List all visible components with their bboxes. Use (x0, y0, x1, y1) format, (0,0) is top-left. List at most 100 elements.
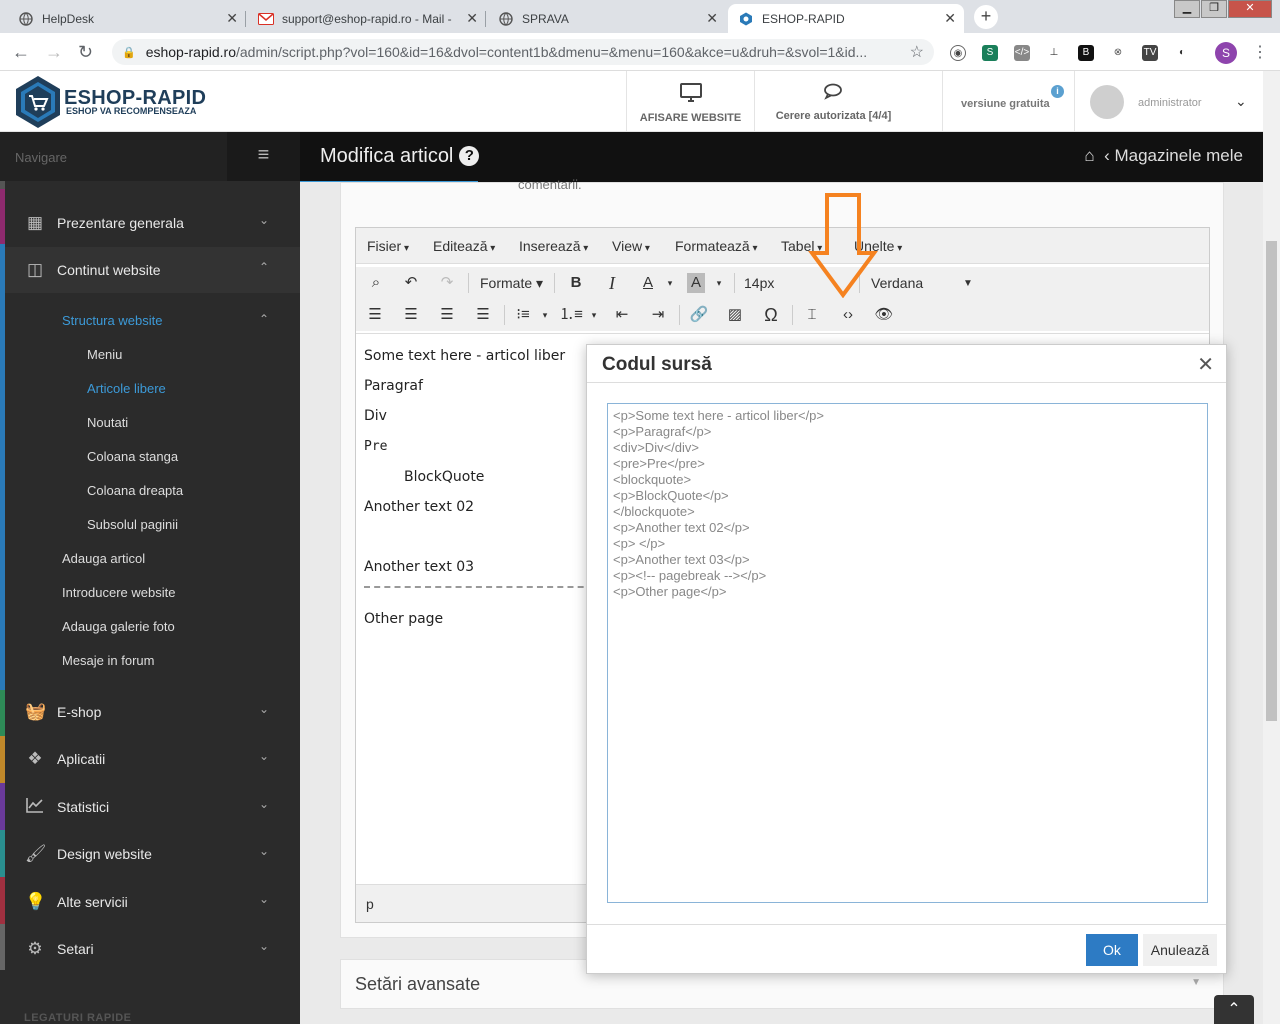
undo-icon[interactable]: ↶ (399, 273, 423, 293)
extension-icon[interactable]: B (1078, 45, 1094, 61)
indent-icon[interactable]: ⇥ (646, 305, 670, 325)
preview-eye-icon[interactable]: 👁 (872, 305, 896, 325)
logo-icon[interactable] (14, 75, 62, 129)
sidebar-sub-meniu[interactable]: Meniu (87, 347, 122, 362)
chevron-down-icon[interactable]: ▾ (582, 305, 606, 325)
sidebar-item-setari[interactable]: ⚙ Setari ⌄ (5, 926, 300, 972)
sidebar-item-aplicatii[interactable]: ❖ Aplicatii ⌄ (5, 736, 300, 782)
scrollbar-thumb[interactable] (1266, 241, 1277, 721)
close-tab-icon[interactable]: ✕ (706, 10, 718, 27)
chevron-down-icon[interactable]: ▾ (707, 273, 731, 293)
breadcrumb[interactable]: ⌂ ‹ Magazinele mele (1084, 146, 1243, 166)
extension-icon[interactable]: </> (1014, 45, 1030, 61)
sidebar-sub-noutati[interactable]: Noutati (87, 415, 128, 430)
reload-icon[interactable]: ↻ (78, 42, 93, 63)
sidebar-item-design[interactable]: 🖌 Design website ⌄ (5, 831, 300, 877)
close-window-button[interactable]: ✕ (1228, 0, 1272, 18)
user-menu[interactable]: administrator ⌄ (1074, 71, 1280, 131)
source-code-textarea[interactable]: <p>Some text here - articol liber</p> <p… (607, 403, 1208, 903)
sidebar-sub-galerie[interactable]: Adauga galerie foto (62, 619, 175, 634)
link-icon[interactable]: 🔗 (687, 305, 711, 325)
align-left-icon[interactable]: ☰ (363, 305, 387, 325)
sidebar-sub-structura[interactable]: Structura website (62, 313, 162, 328)
hamburger-menu-icon[interactable]: ≡ (227, 132, 300, 181)
profile-avatar[interactable]: S (1215, 42, 1237, 64)
maximize-window-button[interactable]: ❐ (1201, 0, 1227, 18)
close-tab-icon[interactable]: ✕ (944, 10, 956, 27)
browser-menu-icon[interactable]: ⋮ (1252, 42, 1268, 62)
sidebar-sub-forum[interactable]: Mesaje in forum (62, 653, 154, 668)
align-center-icon[interactable]: ☰ (399, 305, 423, 325)
menu-insereaza[interactable]: Inserează (519, 238, 588, 254)
outdent-icon[interactable]: ⇤ (610, 305, 634, 325)
extension-icon[interactable]: S (982, 45, 998, 61)
sidebar-item-statistici[interactable]: Statistici ⌄ (5, 784, 300, 830)
numbered-list-icon[interactable]: ⒈≡ (559, 305, 583, 325)
menu-editeaza[interactable]: Editează (433, 238, 495, 254)
home-icon[interactable]: ⌂ (1084, 146, 1094, 165)
browser-tab[interactable]: support@eshop-rapid.ro - Mail - ✕ (248, 4, 486, 33)
italic-icon[interactable]: I (600, 273, 624, 293)
sidebar-item-prezentare[interactable]: ▦ Prezentare generala ⌄ (5, 200, 300, 246)
ok-button[interactable]: Ok (1086, 934, 1138, 966)
extension-icon[interactable]: ◐ (1174, 45, 1190, 61)
help-icon[interactable]: ? (459, 146, 480, 166)
browser-tab[interactable]: HelpDesk ✕ (8, 4, 246, 33)
extension-icon[interactable]: ◉ (950, 45, 966, 61)
grid-icon: ▦ (26, 213, 44, 232)
chevron-down-icon[interactable]: ▾ (533, 305, 557, 325)
find-replace-icon[interactable]: ⌕ (364, 273, 388, 293)
address-bar[interactable]: 🔒 eshop-rapid.ro/admin/script.php?vol=16… (112, 39, 934, 65)
browser-tab[interactable]: SPRAVA ✕ (488, 4, 726, 33)
info-icon[interactable]: i (1051, 85, 1064, 98)
extension-icon[interactable]: ⊗ (1110, 45, 1126, 61)
scroll-to-top-button[interactable]: ⌃ (1214, 995, 1254, 1024)
menu-fisier[interactable]: Fisier (367, 238, 409, 254)
text-color-icon[interactable]: A (636, 273, 660, 293)
dialog-footer: Ok Anulează (587, 924, 1226, 973)
forward-icon[interactable]: → (45, 42, 63, 63)
sidebar-item-continut[interactable]: ◫ Continut website ⌃ (5, 247, 300, 293)
align-right-icon[interactable]: ☰ (435, 305, 459, 325)
browser-tab-active[interactable]: ESHOP-RAPID ✕ (728, 4, 964, 33)
align-justify-icon[interactable]: ☰ (471, 305, 495, 325)
sidebar-sub-coloana-stanga[interactable]: Coloana stanga (87, 449, 178, 464)
new-tab-button[interactable]: + (974, 5, 998, 29)
sidebar-sub-adauga-articol[interactable]: Adauga articol (62, 551, 145, 566)
cerere-autorizata-button[interactable]: Cerere autorizata [4/4] (754, 71, 912, 131)
font-family-dropdown[interactable]: Verdana (871, 275, 923, 291)
chevron-down-icon[interactable]: ▾ (658, 273, 682, 293)
font-size-dropdown[interactable]: 14px (744, 275, 774, 291)
tab-title: support@eshop-rapid.ro - Mail - (282, 11, 452, 26)
bookmark-star-icon[interactable]: ☆ (910, 42, 924, 62)
extension-icon[interactable]: ⊥ (1046, 45, 1062, 61)
close-icon[interactable]: ✕ (1197, 352, 1214, 377)
sidebar-sub-articole[interactable]: Articole libere (87, 381, 166, 396)
element-path[interactable]: p (366, 896, 374, 912)
close-tab-icon[interactable]: ✕ (226, 10, 238, 27)
special-character-icon[interactable]: Ω (759, 305, 783, 325)
sidebar-sub-coloana-dreapta[interactable]: Coloana dreapta (87, 483, 183, 498)
back-icon[interactable]: ← (12, 42, 30, 63)
menu-view[interactable]: View (612, 238, 650, 254)
redo-icon[interactable]: ↷ (435, 273, 459, 293)
image-icon[interactable]: ▨ (723, 305, 747, 325)
sidebar-item-eshop[interactable]: 🧺 E-shop ⌄ (5, 689, 300, 735)
page-break-icon[interactable]: ⌶ (800, 305, 824, 325)
sidebar-item-alte-servicii[interactable]: 💡 Alte servicii ⌄ (5, 879, 300, 925)
close-tab-icon[interactable]: ✕ (466, 10, 478, 27)
background-color-icon[interactable]: A (687, 273, 705, 293)
source-code-icon[interactable]: ‹› (836, 305, 860, 325)
formats-dropdown[interactable]: Formate ▾ (480, 275, 543, 292)
sidebar-sub-subsol[interactable]: Subsolul paginii (87, 517, 178, 532)
sidebar-sub-introducere[interactable]: Introducere website (62, 585, 175, 600)
afisare-website-button[interactable]: AFISARE WEBSITE (626, 71, 754, 131)
editor-menubar: Fisier Editează Inserează View Formateaz… (356, 228, 1209, 264)
menu-formateaza[interactable]: Formatează (675, 238, 758, 254)
bullet-list-icon[interactable]: ⁝≡ (511, 305, 535, 325)
bold-icon[interactable]: B (564, 273, 588, 293)
extension-icon[interactable]: TV (1142, 45, 1158, 61)
cancel-button[interactable]: Anulează (1143, 934, 1217, 966)
page-scrollbar[interactable] (1263, 71, 1280, 1024)
minimize-window-button[interactable]: ▁ (1174, 0, 1200, 18)
